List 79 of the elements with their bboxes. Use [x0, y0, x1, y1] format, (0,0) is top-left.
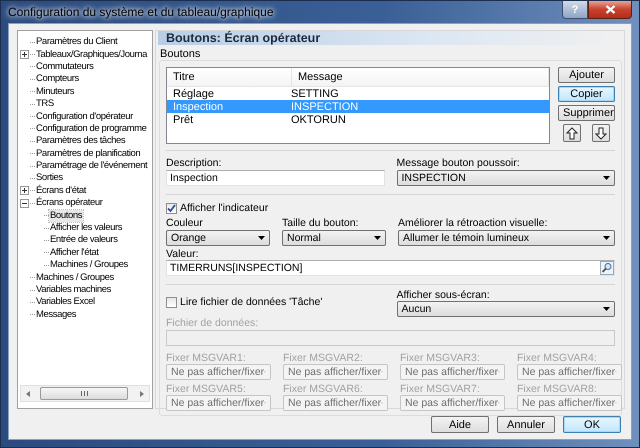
window-title: Configuration du système et du tableau/graphique — [8, 5, 274, 19]
scroll-left-icon[interactable] — [24, 390, 32, 398]
action-button[interactable]: Copier — [558, 86, 615, 102]
tree-item[interactable]: Compteurs — [35, 73, 80, 86]
tree-item[interactable]: TRS — [35, 98, 55, 110]
tree-item[interactable]: Configuration de programme — [35, 122, 148, 135]
field-label: Fixer MSGVAR7: — [400, 383, 481, 395]
description-field[interactable]: Inspection — [166, 170, 384, 186]
field-label: Fixer MSGVAR5: — [166, 383, 247, 395]
tree-item[interactable]: Paramètres du Client — [35, 36, 118, 48]
value-field[interactable]: TIMERRUNS[INSPECTION] — [166, 260, 615, 276]
field-label: Fixer MSGVAR3: — [400, 352, 481, 364]
scroll-right-icon[interactable] — [138, 390, 146, 398]
tree-item[interactable]: Paramétrage de l'événement — [35, 160, 148, 172]
field-label: Valeur: — [166, 248, 200, 260]
tree-item[interactable]: Variables machines — [35, 284, 112, 296]
dropdown-arrow-icon — [258, 236, 265, 240]
field-label: Fixer MSGVAR1: — [166, 352, 247, 364]
move-up-button[interactable] — [563, 124, 581, 142]
field-label: Message bouton poussoir: — [396, 157, 521, 169]
tree-item[interactable]: Variables Excel — [35, 296, 96, 308]
horizontal-scrollbar[interactable] — [20, 385, 150, 402]
checkbox-label: Afficher l'indicateur — [180, 202, 268, 214]
tree-item[interactable]: Boutons — [49, 210, 84, 222]
action-button[interactable]: Ajouter — [558, 67, 615, 83]
close-icon — [604, 5, 616, 14]
search-icon[interactable] — [600, 261, 614, 275]
dropdown[interactable]: Allumer le témoin lumineux — [398, 230, 615, 246]
tree-item[interactable]: Tableaux/Graphiques/Journa — [35, 48, 148, 61]
dropdown-arrow-icon — [374, 236, 381, 240]
field-label: Couleur — [166, 217, 204, 229]
collapse-icon[interactable] — [20, 198, 29, 208]
checkbox[interactable] — [166, 296, 177, 308]
field-label: Fichier de données: — [166, 317, 260, 329]
table-row[interactable]: Prêt OKTORUN — [167, 113, 549, 126]
column-header[interactable]: Message — [292, 68, 549, 86]
dropdown-arrow-icon — [603, 307, 610, 311]
action-button[interactable]: Supprimer — [558, 105, 615, 121]
tree-item[interactable]: Machines / Groupes — [35, 272, 115, 284]
field-label: Fixer MSGVAR2: — [283, 352, 364, 364]
move-down-button[interactable] — [592, 124, 610, 142]
checkbox[interactable] — [166, 202, 177, 214]
dropdown[interactable]: Orange — [166, 230, 270, 246]
grip-icon — [80, 391, 88, 396]
tree-item[interactable]: Paramètres de planification — [35, 148, 142, 160]
dropdown[interactable]: Normal — [282, 230, 386, 246]
field-label: Afficher sous-écran: — [396, 289, 491, 301]
group-label: Boutons — [160, 48, 202, 60]
dialog-button[interactable]: OK — [563, 416, 621, 433]
field-label: Taille du bouton: — [282, 217, 360, 229]
checkbox-label: Lire fichier de données 'Tâche' — [180, 296, 322, 308]
tree-item[interactable]: Écrans opérateur — [35, 197, 104, 210]
close-button[interactable] — [588, 1, 632, 19]
field-label: Fixer MSGVAR8: — [517, 383, 598, 395]
field-label: Fixer MSGVAR6: — [283, 383, 364, 395]
tree-item[interactable]: Minuteurs — [35, 86, 76, 98]
expand-icon[interactable] — [20, 50, 29, 60]
tree-item[interactable]: Afficher les valeurs — [49, 222, 124, 234]
table-row[interactable]: Réglage SETTING — [167, 87, 549, 100]
tree-item[interactable]: Commutateurs — [35, 60, 94, 73]
dialog-button[interactable]: Aide — [431, 416, 489, 433]
column-header[interactable]: Titre — [167, 68, 292, 86]
field-label: Description: — [166, 157, 222, 169]
tree-item[interactable]: Configuration d'opérateur — [35, 110, 134, 123]
tree-item[interactable]: Paramètres des tâches — [35, 135, 126, 148]
tree-item[interactable]: Afficher l'état — [49, 246, 100, 259]
dropdown-arrow-icon — [603, 236, 610, 240]
tree-item[interactable]: Entrée de valeurs — [49, 234, 119, 246]
expand-icon[interactable] — [20, 186, 29, 196]
dialog-button[interactable]: Annuler — [497, 416, 555, 433]
tree-item[interactable]: Sorties — [35, 172, 64, 184]
dropdown[interactable]: Aucun — [396, 301, 615, 317]
tree-item[interactable]: Messages — [35, 308, 78, 321]
field-label: Fixer MSGVAR4: — [517, 352, 598, 364]
tree-item[interactable]: Écrans d'état — [35, 184, 87, 197]
dropdown-arrow-icon — [603, 176, 610, 180]
tree-item[interactable]: Machines / Groupes — [49, 259, 129, 272]
dropdown[interactable]: INSPECTION — [396, 170, 615, 186]
field-label: Améliorer la rétroaction visuelle: — [398, 217, 548, 229]
